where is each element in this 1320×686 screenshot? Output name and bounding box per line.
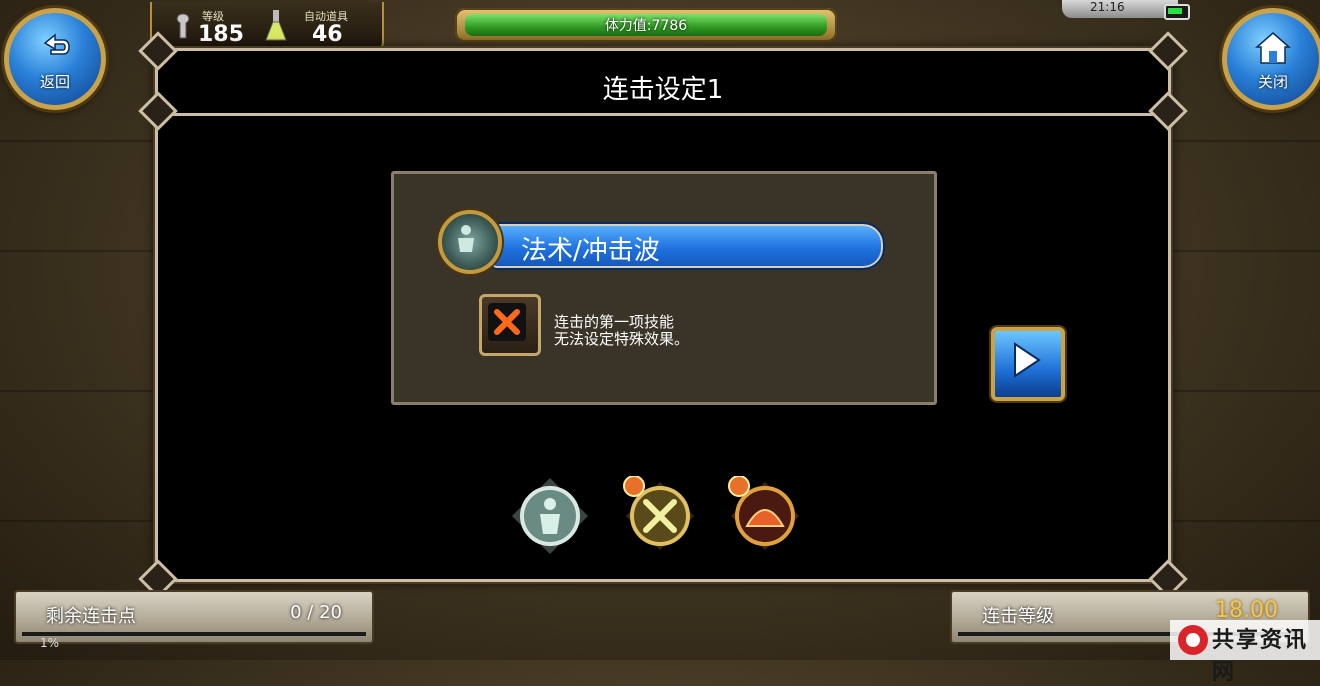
- battery-icon: [1164, 4, 1190, 20]
- remaining-combo-points-value: 0 / 20: [290, 602, 342, 623]
- skill-name: 法术/冲击波: [521, 236, 660, 266]
- figure-emblem-icon: [512, 478, 588, 554]
- stamina-bar: 体力值:7786: [455, 8, 837, 42]
- skill-slot-1[interactable]: [510, 476, 590, 556]
- close-button[interactable]: 关闭: [1222, 8, 1320, 110]
- disabled-effect-icon: [479, 294, 541, 356]
- fire-dome-emblem-icon: [728, 475, 799, 550]
- fist-badge-icon: [728, 475, 750, 497]
- watermark-text: 共享资讯网: [1212, 628, 1309, 685]
- auto-items-value: 46: [312, 22, 343, 47]
- play-arrow-icon: [1014, 342, 1041, 378]
- skill-note-line-2: 无法设定特殊效果。: [554, 330, 690, 348]
- crossed-swords-emblem-icon: [623, 475, 694, 550]
- skill-note-line-1: 连击的第一项技能: [554, 313, 675, 331]
- fist-badge-icon: [623, 475, 645, 497]
- skill-note: 连击的第一项技能 无法设定特殊效果。: [554, 314, 689, 348]
- close-label: 关闭: [1257, 73, 1288, 91]
- progress-percent: 1%: [40, 636, 60, 650]
- stamina-text: 体力值:7786: [604, 18, 688, 34]
- watermark-logo-icon: [1178, 625, 1208, 655]
- watermark: 共享资讯网: [1170, 620, 1320, 685]
- back-label: 返回: [39, 73, 70, 91]
- skill-name-bar[interactable]: 法术/冲击波: [489, 222, 885, 270]
- remaining-combo-points-label: 剩余连击点: [46, 606, 136, 627]
- combo-settings-panel: 连击设定1 法术/冲击波 连击的第一项技能 无法设定特殊效果。: [138, 31, 1188, 599]
- wrench-icon: [176, 13, 190, 39]
- skill-detail-box: 法术/冲击波 连击的第一项技能 无法设定特殊效果。: [391, 171, 937, 405]
- panel-title: 连击设定1: [602, 75, 724, 105]
- combo-level-label: 连击等级: [982, 606, 1054, 627]
- panel-title-bar: 连击设定1: [158, 51, 1168, 116]
- skill-slot-2[interactable]: [620, 475, 700, 556]
- flask-icon: [265, 10, 287, 41]
- next-button[interactable]: [991, 327, 1065, 401]
- remaining-combo-points-bar: 剩余连击点 0 / 20: [14, 590, 374, 644]
- level-value: 185: [198, 22, 244, 47]
- player-stats-panel: 等级 185 自动道具 46: [150, 2, 384, 52]
- skill-emblem-icon: [438, 210, 502, 274]
- home-icon: [1255, 32, 1291, 64]
- back-button[interactable]: 返回: [4, 8, 106, 110]
- back-arrow-icon: [43, 33, 70, 55]
- clock: 21:16: [1090, 0, 1125, 14]
- skill-slot-3[interactable]: [725, 475, 805, 556]
